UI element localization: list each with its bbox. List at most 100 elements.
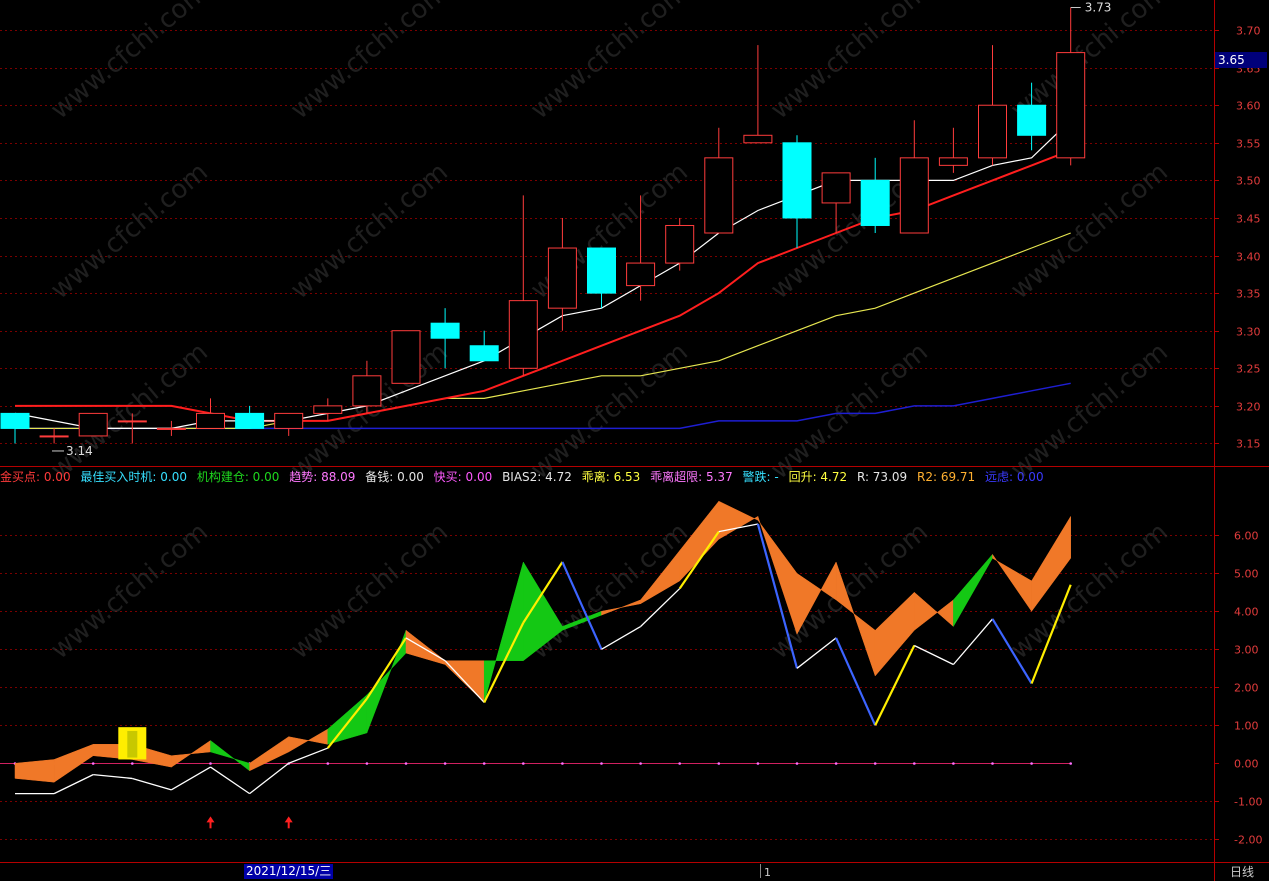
candle-body	[626, 262, 656, 287]
candle	[978, 45, 1007, 166]
indicator-band	[249, 736, 289, 772]
ma-long-line	[15, 232, 1071, 429]
zero-dot	[756, 762, 760, 765]
indicator-band	[757, 516, 798, 635]
buy-arrow-head	[284, 816, 293, 823]
candle-body	[704, 157, 734, 234]
candle-body	[430, 322, 460, 339]
legend-item: 乖离超限: 5.37	[650, 470, 733, 484]
candle-body	[78, 412, 108, 437]
zero-dot	[522, 762, 525, 765]
watermark-text: www.cfchi.com	[1005, 337, 1174, 485]
candle	[938, 127, 968, 173]
bias2-segment	[171, 766, 211, 791]
price-tick-label: 3.60	[1236, 100, 1261, 113]
zero-dot	[91, 762, 95, 765]
candle-body	[156, 427, 186, 430]
x-month-label: 1	[764, 866, 771, 879]
zero-dot	[873, 762, 877, 765]
watermark-text: www.cfchi.com	[285, 337, 454, 485]
candle	[782, 135, 812, 249]
candle	[274, 412, 304, 436]
legend-item: 金买点: 0.00	[0, 470, 71, 484]
watermark-text: www.cfchi.com	[285, 0, 454, 125]
candle-body	[938, 157, 968, 166]
buy-arrow-head	[206, 816, 215, 823]
bias2-segment	[601, 625, 641, 650]
zero-dot	[717, 762, 721, 765]
candle	[78, 412, 108, 437]
candle-body	[1017, 104, 1047, 136]
legend-item: 备钱: 0.00	[365, 470, 424, 484]
candle	[156, 420, 186, 436]
watermark-text: www.cfchi.com	[45, 0, 214, 125]
candle-body	[235, 412, 265, 429]
buy-arrow-icon	[284, 816, 293, 829]
candle	[235, 405, 265, 429]
candle-body	[508, 300, 538, 369]
indicator-tick-label: 0.00	[1234, 758, 1259, 771]
zero-dot	[678, 762, 681, 765]
bias2-segment	[210, 766, 250, 795]
indicator-tick-label: -2.00	[1234, 834, 1262, 847]
zero-dot	[326, 762, 330, 765]
candle	[469, 330, 499, 362]
zero-dot	[991, 762, 994, 765]
candle	[665, 217, 695, 271]
high-label: 3.73	[1085, 1, 1112, 15]
candle-body	[1056, 52, 1086, 159]
zero-dot	[482, 762, 486, 765]
candle	[39, 428, 69, 444]
zero-dot	[561, 762, 564, 765]
indicator-legend: 金买点: 0.00 最佳买入时机: 0.00 机构建仓: 0.00 趋势: 88…	[0, 468, 1050, 484]
watermark-text: www.cfchi.com	[285, 517, 454, 665]
candle-body	[587, 247, 616, 294]
candle-body	[39, 435, 69, 438]
indicator-tick-label: 6.00	[1234, 530, 1259, 543]
price-tick-label: 3.20	[1236, 401, 1261, 414]
bias2-segment	[288, 747, 329, 764]
zero-dot	[1030, 762, 1033, 765]
indicator-band	[327, 694, 368, 745]
indicator-band	[405, 629, 446, 665]
candle-body	[782, 142, 812, 219]
price-tick-label: 3.50	[1236, 175, 1261, 188]
indicator-tick-label: 5.00	[1234, 568, 1259, 581]
zero-dot	[209, 762, 212, 765]
candle-body	[899, 157, 929, 234]
watermark-text: www.cfchi.com	[45, 337, 214, 485]
indicator-band	[288, 728, 329, 753]
indicator-band	[953, 553, 993, 628]
signal-box-inner	[127, 730, 138, 758]
legend-item: R2: 69.71	[916, 470, 976, 484]
indicator-band	[718, 500, 759, 540]
candle-body	[313, 405, 343, 414]
legend-item: 乖离: 6.53	[581, 470, 641, 484]
candle-body	[860, 179, 890, 226]
price-tick-label: 3.30	[1236, 326, 1261, 339]
legend-item: 趋势: 88.09	[289, 470, 356, 484]
watermark-text: www.cfchi.com	[765, 0, 934, 125]
bias2-segment	[93, 773, 133, 780]
stock-chart[interactable]: 3.15 3.20 3.25 3.30 3.35 3.40 3.45 3.50 3.55 3.60…	[0, 0, 1269, 881]
bias2-segment	[914, 644, 954, 666]
price-tick-label: 3.55	[1236, 138, 1261, 151]
price-tick-label: 3.35	[1236, 288, 1261, 301]
legend-item: 快买: 0.00	[433, 470, 493, 484]
zero-dot	[913, 762, 916, 765]
legend-item: R: 73.09	[856, 470, 908, 484]
bias2-segment	[365, 637, 407, 700]
candle	[196, 398, 225, 429]
candle-body	[196, 412, 225, 429]
candle-body	[0, 412, 30, 429]
zero-dot	[639, 762, 642, 765]
watermark-text: www.cfchi.com	[45, 517, 214, 665]
indicator-tick-label: 3.00	[1234, 644, 1259, 657]
price-tick-label: 3.25	[1236, 363, 1261, 376]
zero-dot	[1069, 762, 1072, 765]
indicator-band	[210, 739, 250, 772]
candle	[743, 45, 773, 144]
candle-body	[978, 104, 1007, 159]
buy-arrow-icon	[206, 816, 215, 829]
period-tab[interactable]: 日线	[1217, 864, 1267, 880]
